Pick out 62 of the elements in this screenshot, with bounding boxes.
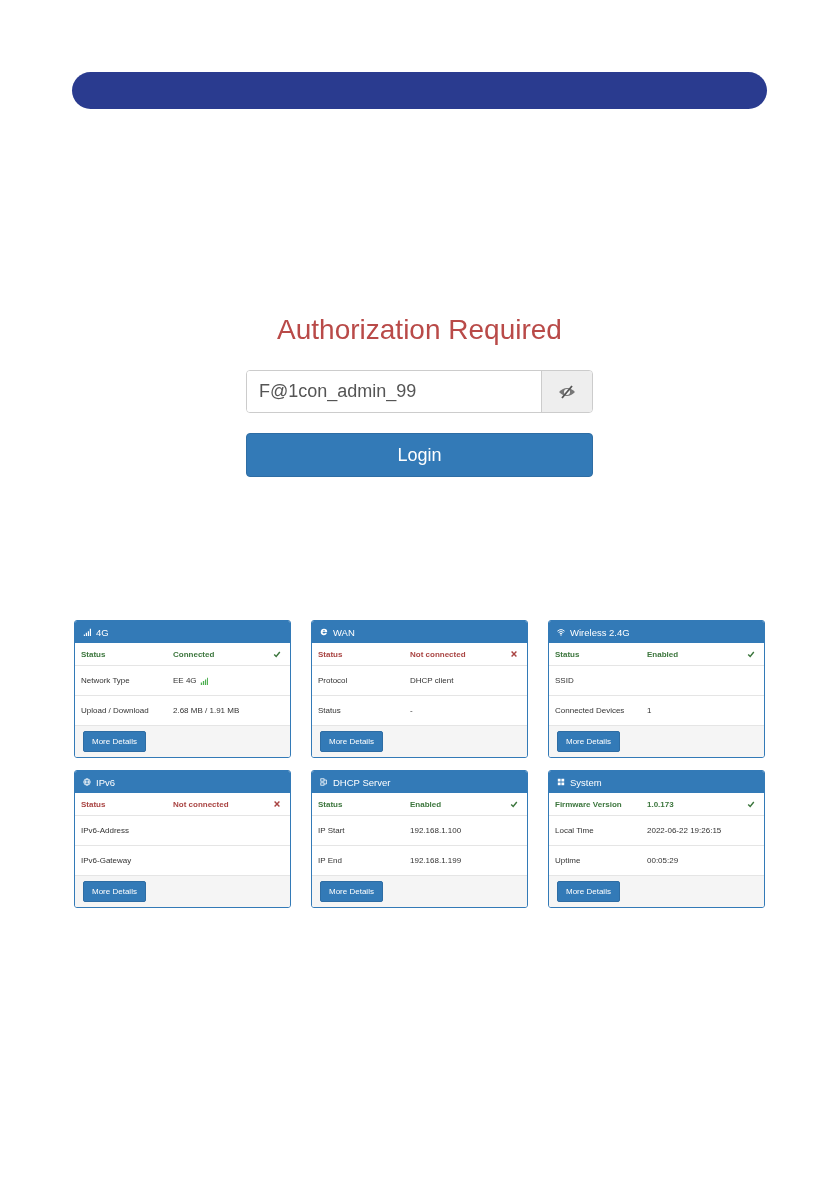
row-label: Status [555, 649, 581, 659]
row-value: 1 [647, 706, 652, 715]
row-label: IP Start [318, 826, 346, 835]
row-value: Not connected [410, 649, 466, 659]
row-value: - [410, 706, 413, 715]
browser-icon [320, 628, 328, 636]
row-value: Enabled [410, 799, 442, 809]
row-label: Status [318, 706, 342, 715]
row-label: IPv6-Address [81, 826, 131, 835]
row-value: EE 4G [173, 676, 197, 685]
row-value: 2.68 MB / 1.91 MB [173, 706, 240, 715]
row-label: Status [81, 649, 107, 659]
check-icon [510, 800, 518, 808]
row-label: SSID [555, 676, 575, 685]
row-label: Network Type [81, 676, 131, 685]
row-label: Firmware Version [555, 799, 623, 809]
more-details-button[interactable]: More Details [320, 881, 383, 902]
row-label: Status [81, 799, 107, 809]
check-icon [273, 650, 281, 658]
cross-icon [510, 650, 518, 658]
row-label: Connected Devices [555, 706, 626, 715]
row-value: Connected [173, 649, 215, 659]
check-icon [747, 650, 755, 658]
row-label: Status [318, 799, 344, 809]
visibility-toggle[interactable] [541, 371, 592, 412]
globe-icon [83, 778, 91, 786]
row-value: 00:05:29 [647, 856, 679, 865]
password-field[interactable]: F@1con_admin_99 [246, 370, 593, 413]
card-title: IPv6 [96, 776, 115, 788]
row-label: Upload / Download [81, 706, 150, 715]
card-title: System [570, 776, 602, 788]
row-value: Not connected [173, 799, 229, 809]
wifi-icon [557, 628, 565, 636]
card-title: Wireless 2.4G [570, 626, 630, 638]
network-icon [320, 778, 328, 786]
check-icon [747, 800, 755, 808]
row-value: DHCP client [410, 676, 454, 685]
grid-icon [557, 778, 565, 786]
row-label: Status [318, 649, 344, 659]
signal-icon [83, 628, 91, 636]
card-title: DHCP Server [333, 776, 391, 788]
row-value: Enabled [647, 649, 679, 659]
more-details-button[interactable]: More Details [320, 731, 383, 752]
card-title: 4G [96, 626, 109, 638]
cross-icon [273, 800, 281, 808]
row-label: Local Time [555, 826, 595, 835]
row-value: 192.168.1.100 [410, 826, 462, 835]
row-value: 2022-06-22 19:26:15 [647, 826, 722, 835]
login-button[interactable]: Login [246, 433, 593, 477]
row-label: Protocol [318, 676, 349, 685]
row-label: IP End [318, 856, 343, 865]
more-details-button[interactable]: More Details [557, 881, 620, 902]
eye-icon [558, 384, 576, 399]
row-label: IPv6-Gateway [81, 856, 133, 865]
more-details-button[interactable]: More Details [83, 731, 146, 752]
row-label: Uptime [555, 856, 582, 865]
login-title: Authorization Required [277, 313, 562, 347]
more-details-button[interactable]: More Details [557, 731, 620, 752]
card-title: WAN [333, 626, 355, 638]
row-value: 1.0.173 [647, 799, 674, 809]
row-value: 192.168.1.199 [410, 856, 462, 865]
more-details-button[interactable]: More Details [83, 881, 146, 902]
